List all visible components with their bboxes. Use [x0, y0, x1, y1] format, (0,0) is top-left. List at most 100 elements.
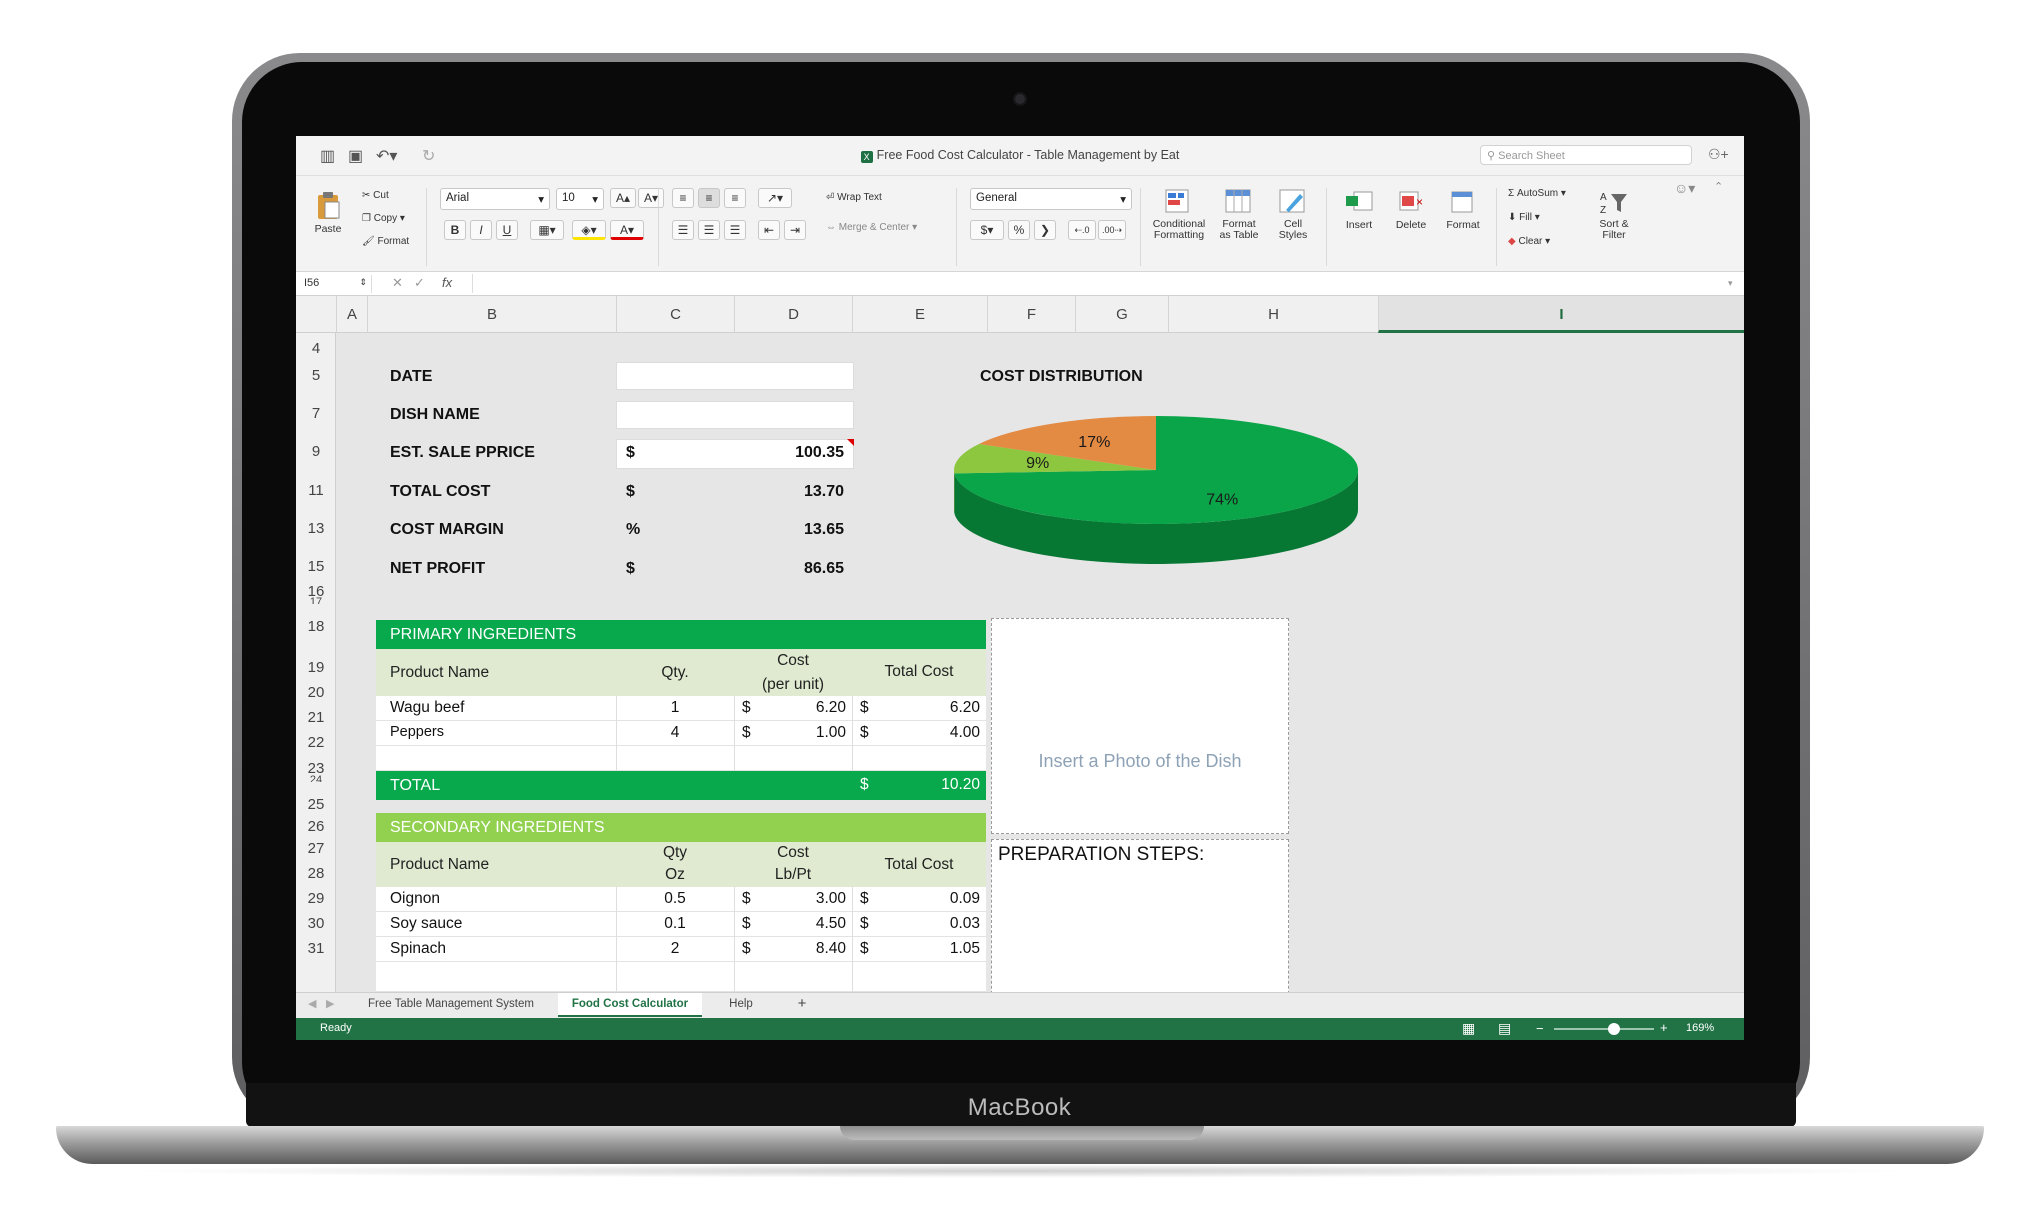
zoom-in-button[interactable]: +	[1660, 1020, 1668, 1035]
cost-cell[interactable]: 4.50	[766, 915, 846, 933]
align-center-icon[interactable]: ☰	[698, 220, 720, 240]
insert-button[interactable]: Insert	[1336, 188, 1382, 231]
add-sheet-button[interactable]: +	[784, 993, 820, 1017]
row-header[interactable]: 29	[296, 890, 336, 907]
currency-button[interactable]: $▾	[970, 220, 1004, 240]
column-header[interactable]: C	[616, 296, 734, 333]
total-cell[interactable]: 4.00	[896, 724, 980, 742]
total-value[interactable]: 10.20	[896, 776, 980, 794]
add-person-icon[interactable]: ⚇+	[1708, 146, 1729, 163]
page-layout-icon[interactable]: ▤	[1498, 1020, 1511, 1037]
table-row[interactable]	[376, 746, 986, 771]
column-header[interactable]: D	[734, 296, 852, 333]
summary-value[interactable]: 13.65	[736, 521, 844, 539]
product-cell[interactable]: Oignon	[390, 890, 440, 908]
conditional-formatting-button[interactable]: Conditional Formatting	[1148, 188, 1210, 241]
smiley-icon[interactable]: ☺▾	[1674, 180, 1695, 197]
increase-indent-icon[interactable]: ⇥	[784, 220, 806, 240]
row-header[interactable]: 26	[296, 818, 336, 835]
cut-button[interactable]: ✂ Cut	[362, 190, 389, 201]
confirm-icon[interactable]: ✓	[414, 275, 425, 291]
decrease-font-icon[interactable]: A▾	[638, 188, 664, 208]
fx-icon[interactable]: fx	[442, 275, 452, 290]
column-header-selected[interactable]: I	[1378, 296, 1744, 333]
row-header[interactable]: 4	[296, 340, 336, 357]
increase-decimal-icon[interactable]: ⇠.0	[1068, 220, 1096, 240]
cancel-icon[interactable]: ✕	[392, 275, 403, 291]
column-header[interactable]: E	[852, 296, 987, 333]
qty-cell[interactable]: 0.1	[616, 915, 734, 933]
row-header[interactable]: 21	[296, 709, 336, 726]
name-box[interactable]: I56 ⇕	[300, 275, 372, 293]
number-format-select[interactable]: General ▾	[970, 188, 1132, 210]
table-row[interactable]	[376, 962, 986, 992]
normal-view-icon[interactable]: ▦	[1462, 1020, 1475, 1037]
dish-name-input[interactable]	[616, 401, 854, 429]
expand-formula-icon[interactable]: ▾	[1728, 278, 1733, 289]
row-header[interactable]: 31	[296, 940, 336, 957]
row-header[interactable]: 24	[296, 774, 336, 782]
comma-style-icon[interactable]: ❯	[1034, 220, 1056, 240]
fill-button[interactable]: ⬇ Fill ▾	[1508, 212, 1540, 223]
cell-styles-button[interactable]: Cell Styles	[1268, 188, 1318, 241]
zoom-slider[interactable]	[1554, 1023, 1654, 1035]
borders-icon[interactable]: ▦▾	[530, 220, 564, 240]
cost-cell[interactable]: 6.20	[766, 699, 846, 717]
formula-input[interactable]	[472, 274, 1732, 293]
column-header[interactable]: F	[987, 296, 1075, 333]
decrease-decimal-icon[interactable]: .00⇢	[1098, 220, 1126, 240]
column-header[interactable]: A	[336, 296, 367, 333]
row-header[interactable]: 15	[296, 558, 336, 575]
tab-food-cost-calculator[interactable]: Food Cost Calculator	[558, 993, 702, 1017]
format-button[interactable]: Format	[1440, 188, 1486, 231]
column-header[interactable]: G	[1075, 296, 1168, 333]
prev-sheet-icon[interactable]: ◀	[308, 997, 316, 1010]
autosum-button[interactable]: Σ AutoSum ▾	[1508, 188, 1566, 199]
merge-center-button[interactable]: ⇔ Merge & Center ▾	[826, 222, 917, 233]
font-color-icon[interactable]: A▾	[610, 220, 644, 240]
orientation-icon[interactable]: ↗▾	[758, 188, 792, 208]
cost-distribution-chart[interactable]: 74% 9% 17%	[924, 408, 1364, 578]
format-painter-button[interactable]: 🖌 Format	[362, 236, 409, 247]
align-middle-icon[interactable]: ≡	[698, 188, 720, 208]
product-cell[interactable]: Soy sauce	[390, 915, 462, 933]
collapse-ribbon-icon[interactable]: ⌃	[1714, 180, 1723, 193]
qty-cell[interactable]: 0.5	[616, 890, 734, 908]
align-bottom-icon[interactable]: ≡	[724, 188, 746, 208]
zoom-slider-knob[interactable]	[1608, 1023, 1620, 1035]
row-header[interactable]: 28	[296, 865, 336, 882]
wrap-text-button[interactable]: ⏎ Wrap Text	[826, 192, 882, 203]
search-sheet-input[interactable]: ⚲ Search Sheet	[1480, 145, 1692, 165]
row-header[interactable]: 18	[296, 618, 336, 635]
row-header[interactable]: 27	[296, 840, 336, 857]
sort-filter-button[interactable]: AZ Sort & Filter	[1592, 188, 1636, 241]
row-header[interactable]: 13	[296, 520, 336, 537]
font-size-select[interactable]: 10 ▾	[556, 188, 604, 210]
summary-value[interactable]: 86.65	[736, 560, 844, 578]
next-sheet-icon[interactable]: ▶	[326, 997, 334, 1010]
copy-button[interactable]: ❐ Copy ▾	[362, 213, 405, 224]
select-all-corner[interactable]	[296, 296, 336, 333]
product-cell[interactable]: Spinach	[390, 940, 446, 958]
row-header[interactable]: 9	[296, 443, 336, 460]
increase-font-icon[interactable]: A▴	[610, 188, 636, 208]
tab-help[interactable]: Help	[704, 993, 778, 1017]
total-cell[interactable]: 0.09	[896, 890, 980, 908]
zoom-out-button[interactable]: −	[1536, 1021, 1544, 1036]
row-header[interactable]: 11	[296, 482, 336, 499]
cost-cell[interactable]: 3.00	[766, 890, 846, 908]
format-as-table-button[interactable]: Format as Table	[1212, 188, 1266, 241]
font-name-select[interactable]: Arial ▾	[440, 188, 550, 210]
summary-value[interactable]: 100.35	[736, 444, 844, 462]
column-header[interactable]: B	[367, 296, 616, 333]
preparation-steps-box[interactable]: PREPARATION STEPS:	[991, 839, 1289, 1009]
align-top-icon[interactable]: ≡	[672, 188, 694, 208]
total-cell[interactable]: 1.05	[896, 940, 980, 958]
row-header[interactable]: 30	[296, 915, 336, 932]
decrease-indent-icon[interactable]: ⇤	[758, 220, 780, 240]
row-header[interactable]: 17	[296, 596, 336, 604]
column-header[interactable]: H	[1168, 296, 1378, 333]
italic-button[interactable]: I	[470, 220, 492, 240]
summary-value[interactable]: 13.70	[736, 483, 844, 501]
qty-cell[interactable]: 1	[616, 699, 734, 717]
